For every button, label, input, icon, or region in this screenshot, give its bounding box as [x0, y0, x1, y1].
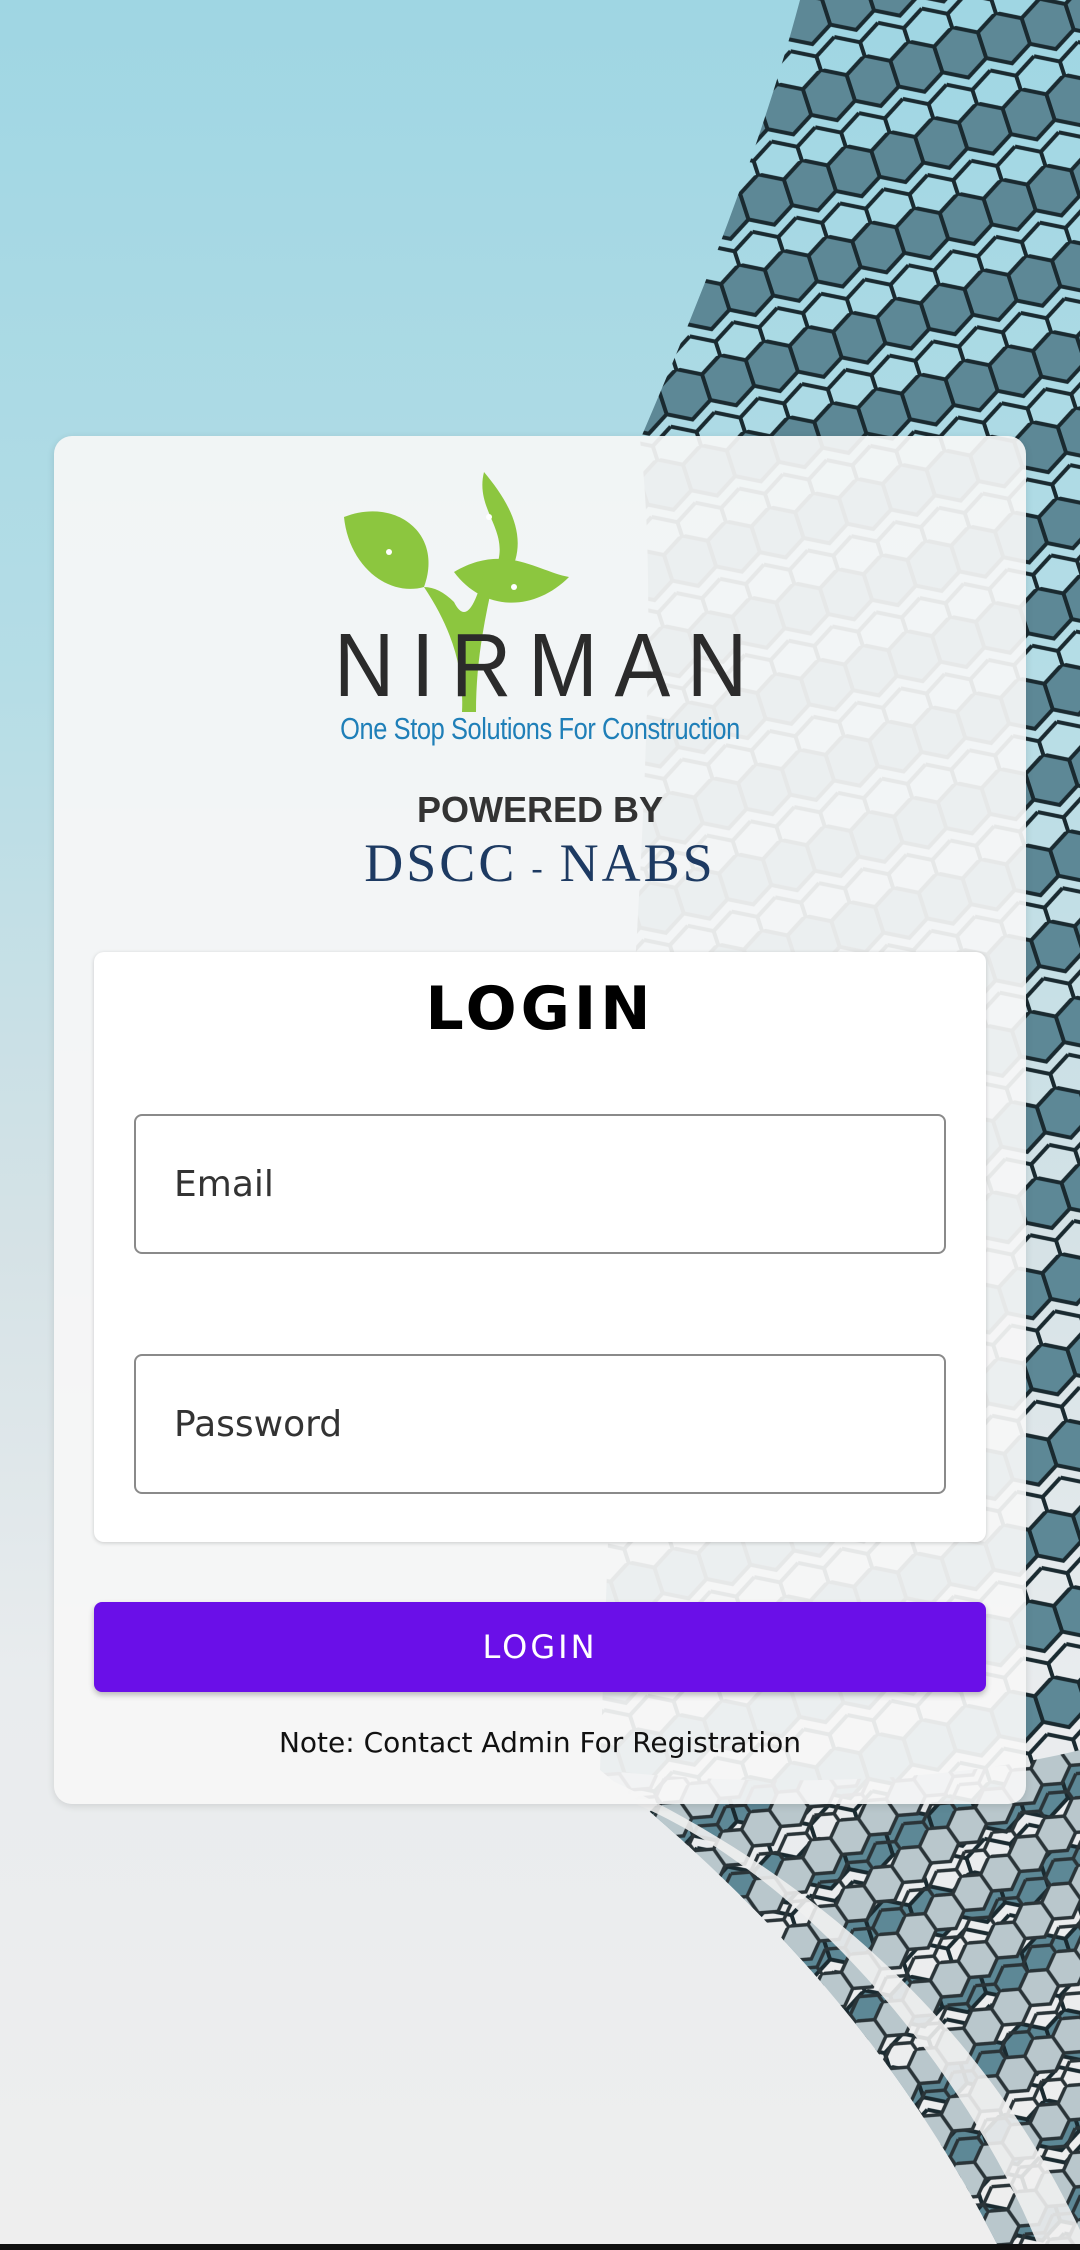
email-field[interactable]: Email — [134, 1114, 946, 1254]
logo-text: NIRMAN — [334, 616, 764, 716]
login-card: NIRMAN One Stop Solutions For Constructi… — [54, 436, 1026, 1804]
registration-note: Note: Contact Admin For Registration — [278, 1726, 802, 1759]
tagline: One Stop Solutions For Construction — [340, 711, 740, 746]
nirman-logo: NIRMAN — [334, 472, 764, 716]
password-placeholder: Password — [174, 1403, 343, 1445]
org-right: NABS — [559, 833, 716, 893]
powered-by-label: POWERED BY — [416, 789, 664, 830]
login-form-panel: LOGIN Email Password — [94, 952, 986, 1542]
form-title: LOGIN — [425, 974, 655, 1044]
password-field[interactable]: Password — [134, 1354, 946, 1494]
email-placeholder: Email — [174, 1163, 274, 1205]
login-button[interactable]: LOGIN — [94, 1602, 986, 1692]
org-left: DSCC — [364, 833, 518, 893]
org-separator: - — [531, 849, 546, 887]
org-name: DSCC - NABS — [54, 832, 1026, 894]
bottom-edge-bar — [0, 2244, 1080, 2250]
